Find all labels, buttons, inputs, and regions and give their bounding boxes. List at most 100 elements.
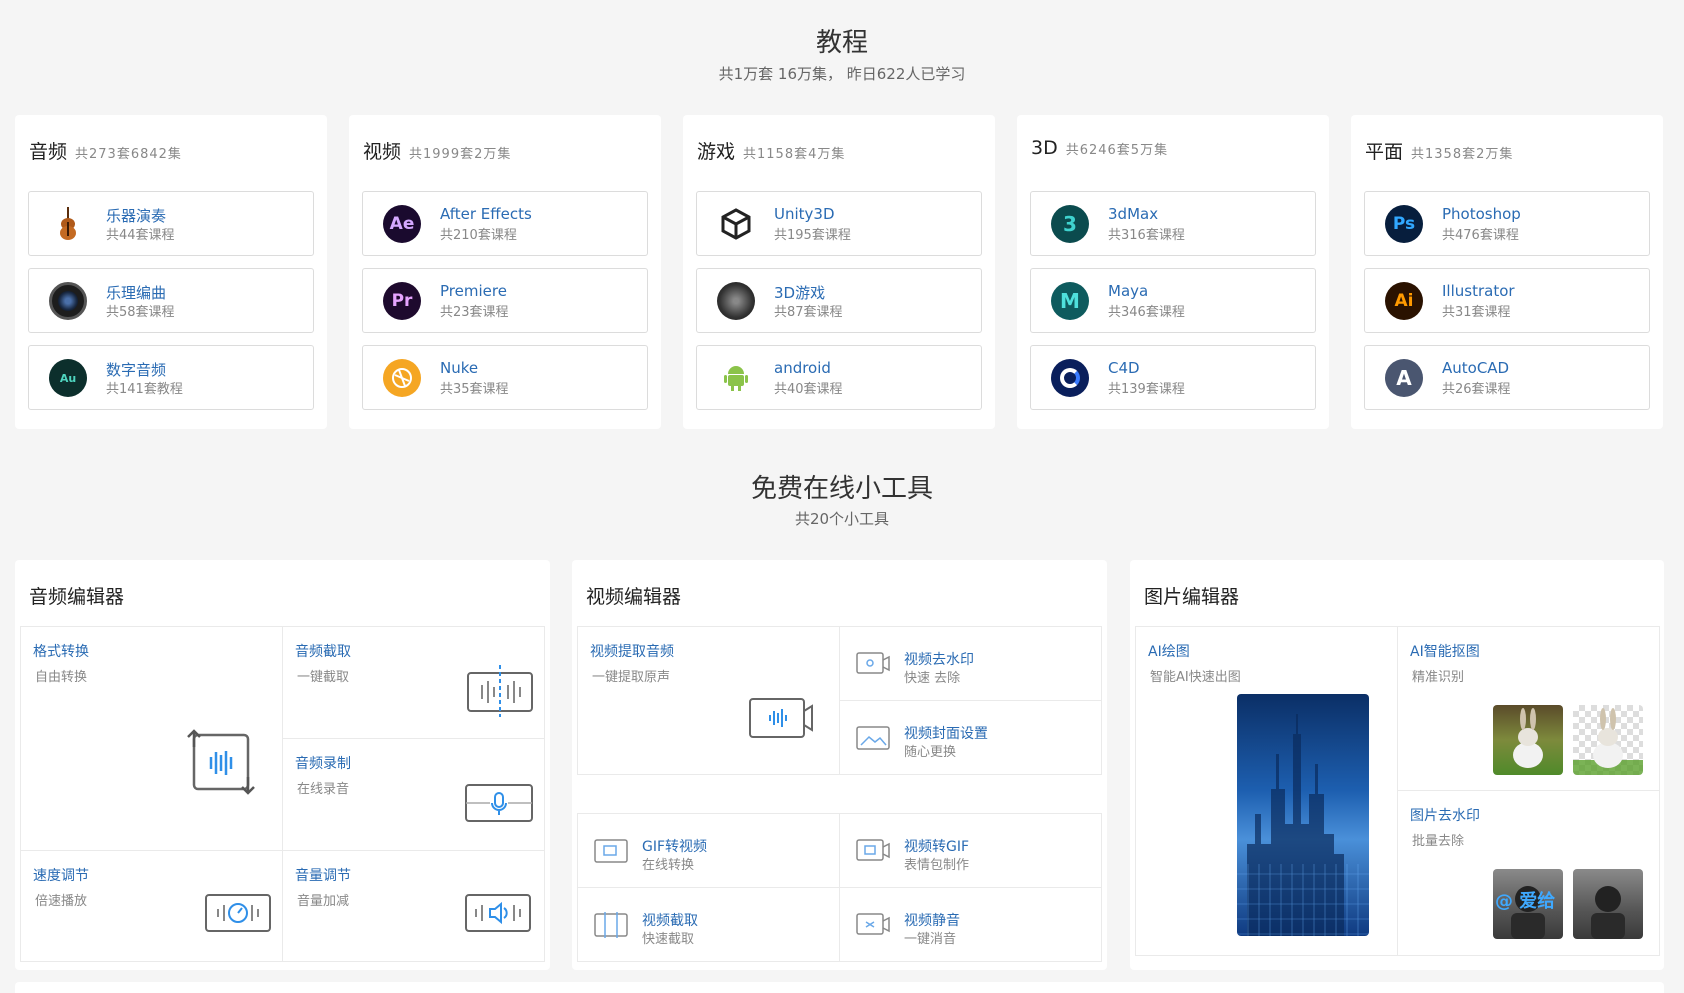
tool-video-to-gif[interactable]: 视频转GIF 表情包制作 [839, 813, 1102, 888]
tool-desc: 一键消音 [904, 932, 957, 947]
tool-title: 格式转换 [33, 644, 89, 660]
violin-icon [49, 205, 87, 243]
course-name: Photoshop [1442, 205, 1521, 223]
tool-title: 图片去水印 [1410, 808, 1480, 824]
course-item-music-theory[interactable]: 乐理编曲 共58套课程 [28, 268, 314, 333]
ai-city-image [1237, 694, 1369, 936]
tool-video-watermark[interactable]: 视频去水印 快速 去除 [839, 626, 1102, 701]
video-mute-icon [856, 912, 890, 942]
tool-ai-draw[interactable]: AI绘图 智能AI快速出图 [1135, 626, 1398, 956]
video-editor-title[interactable]: 视频编辑器 [586, 582, 681, 609]
course-count: 共35套课程 [440, 382, 509, 397]
course-name: Premiere [440, 282, 507, 300]
gif-video-icon [594, 838, 628, 868]
course-item-c4d[interactable]: C4D 共139套课程 [1030, 345, 1316, 410]
category-header: 音频 共273套6842集 [29, 137, 182, 164]
tool-audio-record[interactable]: 音频录制 在线录音 [282, 738, 545, 851]
nuke-icon [383, 359, 421, 397]
clean-image [1573, 869, 1643, 939]
category-name[interactable]: 音频 [29, 141, 67, 163]
tool-desc: 自由转换 [35, 670, 88, 685]
course-count: 共316套课程 [1108, 228, 1185, 243]
rabbit-original-image [1493, 705, 1563, 775]
course-item-illustrator[interactable]: Ai Illustrator 共31套课程 [1364, 268, 1650, 333]
course-count: 共346套课程 [1108, 305, 1185, 320]
course-count: 共210套课程 [440, 228, 517, 243]
category-name[interactable]: 平面 [1365, 141, 1403, 163]
tool-title: 视频封面设置 [904, 726, 988, 742]
unity-icon [717, 205, 755, 243]
video-audio-icon [748, 695, 814, 745]
tool-video-cover[interactable]: 视频封面设置 随心更换 [839, 700, 1102, 775]
tool-title: 视频截取 [642, 913, 698, 929]
category-name[interactable]: 视频 [363, 141, 401, 163]
tool-title: 音量调节 [295, 868, 351, 884]
image-editor-title[interactable]: 图片编辑器 [1144, 582, 1239, 609]
tool-video-mute[interactable]: 视频静音 一键消音 [839, 887, 1102, 962]
course-item-android[interactable]: android 共40套课程 [696, 345, 982, 410]
course-item-photoshop[interactable]: Ps Photoshop 共476套课程 [1364, 191, 1650, 256]
course-name: AutoCAD [1442, 359, 1510, 377]
course-name: Illustrator [1442, 282, 1515, 300]
watermarked-image: @ 爱给 [1493, 869, 1563, 939]
course-item-autocad[interactable]: A AutoCAD 共26套课程 [1364, 345, 1650, 410]
category-name[interactable]: 游戏 [697, 141, 735, 163]
tool-ai-matting[interactable]: AI智能抠图 精准识别 [1397, 626, 1660, 791]
tool-speed-adjust[interactable]: 速度调节 倍速播放 [20, 850, 283, 962]
image-editor-card: 图片编辑器 AI绘图 智能AI快速出图 AI智能抠图 精准识别 图片去水印 批量… [1130, 560, 1664, 970]
tool-audio-cut[interactable]: 音频截取 一键截取 [282, 626, 545, 739]
course-name: 3D游戏 [774, 284, 826, 302]
course-item-3dmax[interactable]: 3 3dMax 共316套课程 [1030, 191, 1316, 256]
course-item-unity3d[interactable]: Unity3D 共195套课程 [696, 191, 982, 256]
tool-video-extract-audio[interactable]: 视频提取音频 一键提取原声 [577, 626, 840, 775]
course-item-maya[interactable]: M Maya 共346套课程 [1030, 268, 1316, 333]
course-item-premiere[interactable]: Pr Premiere 共23套课程 [362, 268, 648, 333]
category-name[interactable]: 3D [1031, 137, 1058, 159]
category-header: 3D 共6246套5万集 [1031, 137, 1168, 159]
category-count: 共1158套4万集 [743, 147, 846, 162]
tool-volume-adjust[interactable]: 音量调节 音量加减 [282, 850, 545, 962]
tool-title: AI绘图 [1148, 644, 1190, 660]
category-count: 共1999套2万集 [409, 147, 512, 162]
tools-subtitle: 共20个小工具 [794, 510, 890, 528]
category-count: 共273套6842集 [75, 147, 182, 162]
category-card-video: 视频 共1999套2万集 Ae After Effects 共210套课程 Pr … [349, 115, 661, 429]
tool-title: 视频转GIF [904, 839, 970, 855]
tool-image-watermark[interactable]: 图片去水印 批量去除 @ 爱给 [1397, 790, 1660, 956]
category-card-audio: 音频 共273套6842集 乐器演奏 共44套课程 乐理编曲 共58套课程 Au … [15, 115, 327, 429]
tool-gif-to-video[interactable]: GIF转视频 在线转换 [577, 813, 840, 888]
tool-title: 速度调节 [33, 868, 89, 884]
course-name: 乐器演奏 [106, 207, 167, 225]
watermark-overlay: @ 爱给 [1495, 891, 1556, 912]
tool-title: 音频录制 [295, 756, 351, 772]
tool-video-cut[interactable]: 视频截取 快速截取 [577, 887, 840, 962]
image-frame-icon [856, 725, 890, 755]
audition-icon: Au [49, 359, 87, 397]
audio-cut-icon [466, 665, 534, 721]
course-item-after-effects[interactable]: Ae After Effects 共210套课程 [362, 191, 648, 256]
tool-desc: 快速截取 [642, 932, 695, 947]
course-count: 共195套课程 [774, 228, 851, 243]
tool-desc: 快速 去除 [904, 671, 961, 686]
tool-desc: 批量去除 [1412, 834, 1465, 849]
course-item-3d-game[interactable]: 3D游戏 共87套课程 [696, 268, 982, 333]
audio-editor-title[interactable]: 音频编辑器 [29, 582, 124, 609]
tool-title: GIF转视频 [642, 839, 708, 855]
category-card-3d: 3D 共6246套5万集 3 3dMax 共316套课程 M Maya 共346套… [1017, 115, 1329, 429]
course-name: 数字音频 [106, 361, 167, 379]
after-effects-icon: Ae [383, 205, 421, 243]
tool-desc: 一键提取原声 [592, 670, 671, 685]
tool-desc: 随心更换 [904, 745, 957, 760]
tool-desc: 音量加减 [297, 894, 350, 909]
course-item-nuke[interactable]: Nuke 共35套课程 [362, 345, 648, 410]
category-card-graphic: 平面 共1358套2万集 Ps Photoshop 共476套课程 Ai Illu… [1351, 115, 1663, 429]
category-card-game: 游戏 共1158套4万集 Unity3D 共195套课程 3D游戏 共87套课程 … [683, 115, 995, 429]
course-item-instrument[interactable]: 乐器演奏 共44套课程 [28, 191, 314, 256]
course-item-digital-audio[interactable]: Au 数字音频 共141套教程 [28, 345, 314, 410]
course-name: android [774, 359, 831, 377]
audio-editor-card: 音频编辑器 格式转换 自由转换 音频截取 一键截取 音频录制 在线录音 速度调节… [15, 560, 550, 970]
video-cut-icon [594, 912, 628, 942]
tool-format-convert[interactable]: 格式转换 自由转换 [20, 626, 283, 851]
illustrator-icon: Ai [1385, 282, 1423, 320]
course-count: 共44套课程 [106, 228, 175, 243]
